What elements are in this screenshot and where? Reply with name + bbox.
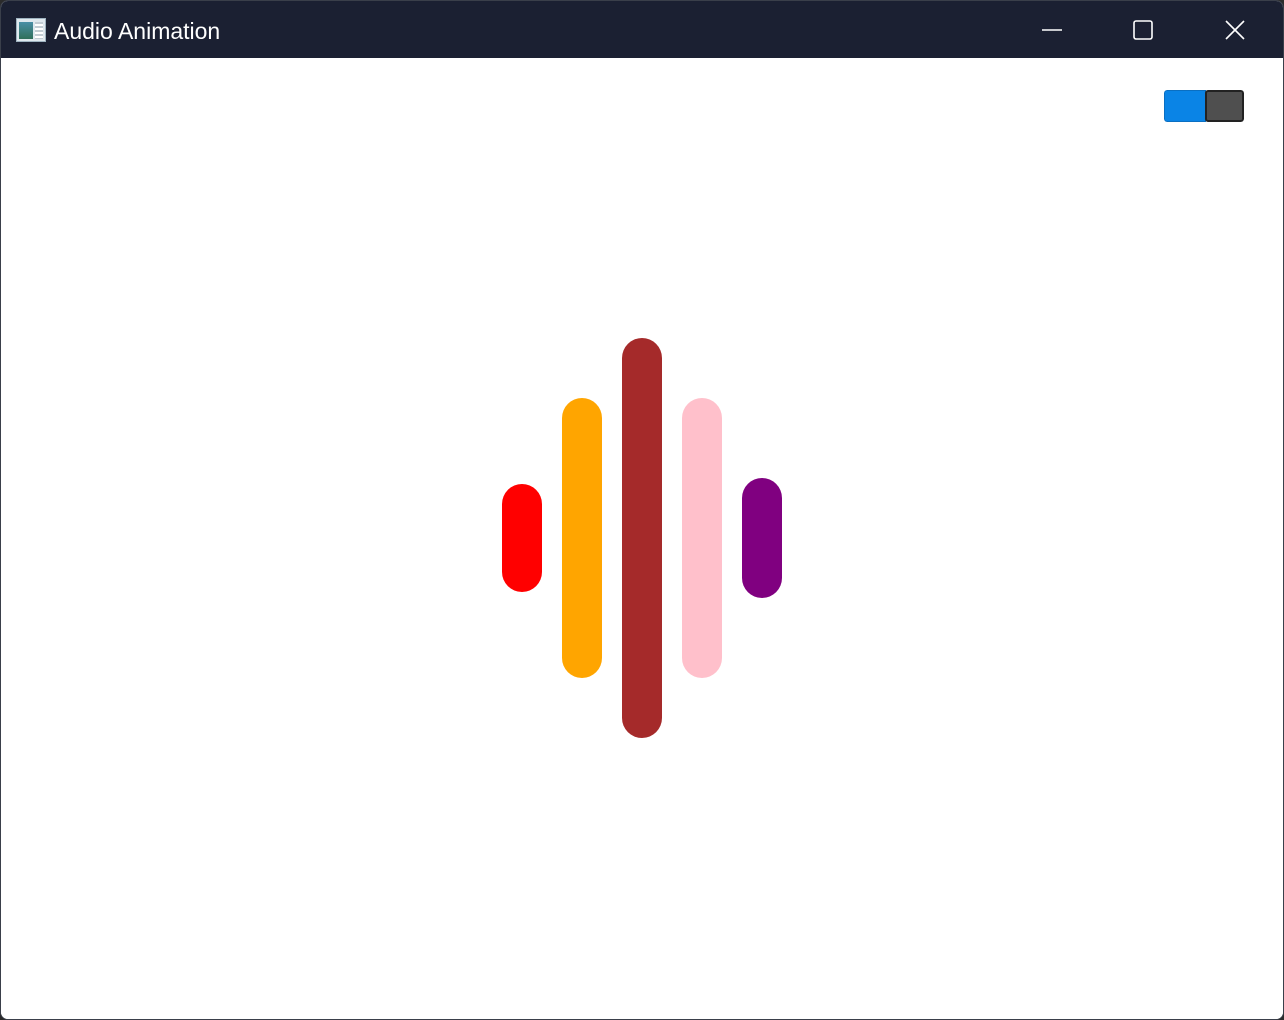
app-icon-pane-left bbox=[19, 22, 33, 39]
close-icon bbox=[1225, 19, 1245, 40]
maximize-icon bbox=[1133, 19, 1153, 40]
minimize-icon bbox=[1042, 28, 1062, 31]
visualizer-bar-1 bbox=[502, 484, 542, 592]
main-content bbox=[1, 58, 1283, 1019]
minimize-button[interactable] bbox=[1006, 1, 1098, 58]
title-bar[interactable]: Audio Animation bbox=[1, 1, 1283, 58]
maximize-button[interactable] bbox=[1097, 1, 1189, 58]
visualizer-bar-5 bbox=[742, 478, 782, 598]
app-window: Audio Animation bbox=[0, 0, 1284, 1020]
app-window-icon bbox=[16, 18, 46, 42]
audio-visualizer bbox=[1, 58, 1283, 1019]
visualizer-bar-3 bbox=[622, 338, 662, 738]
visualizer-bar-2 bbox=[562, 398, 602, 678]
window-title: Audio Animation bbox=[54, 18, 221, 44]
app-icon-pane-right bbox=[35, 22, 43, 39]
close-button[interactable] bbox=[1189, 1, 1281, 58]
visualizer-bar-4 bbox=[682, 398, 722, 678]
